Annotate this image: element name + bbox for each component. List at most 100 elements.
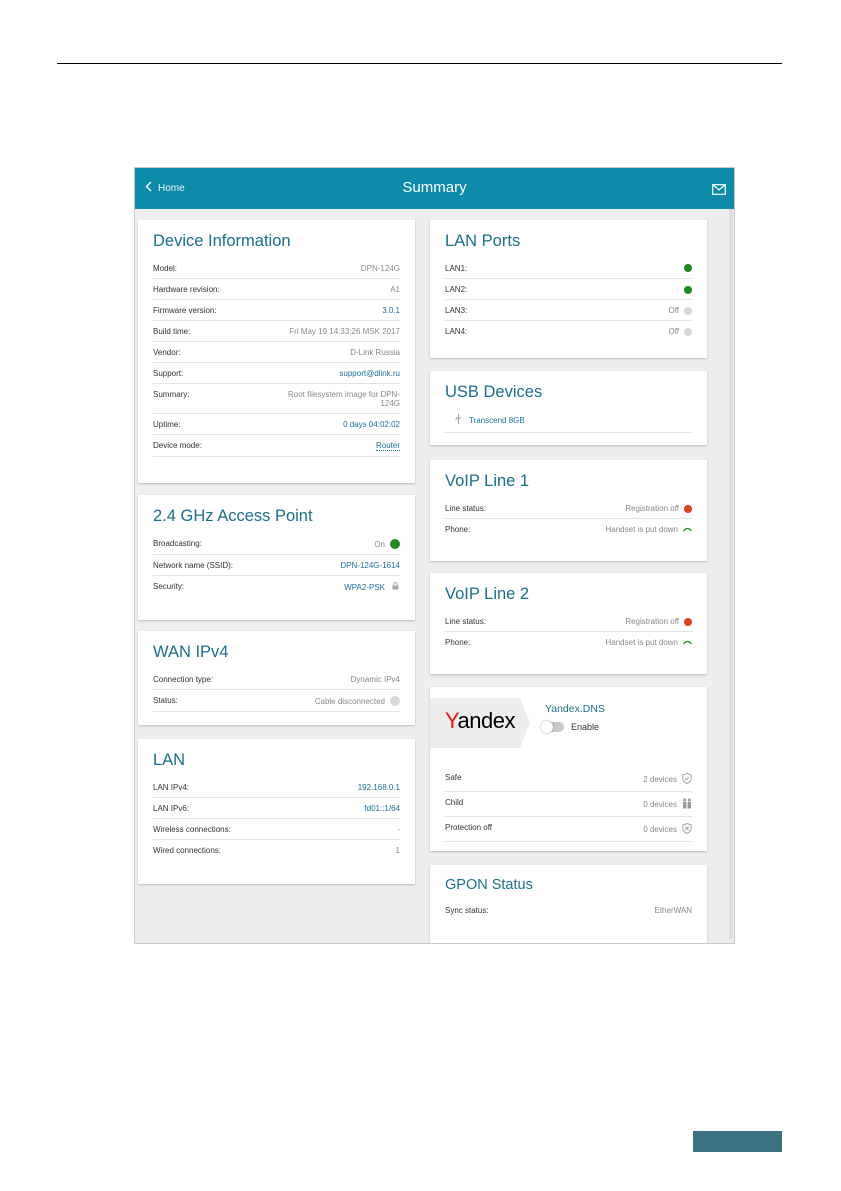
usb-icon <box>455 414 462 426</box>
card-title: 2.4 GHz Access Point <box>153 507 313 525</box>
child-icon <box>682 798 692 811</box>
card-title: GPON Status <box>445 877 533 893</box>
dns-mode-value: 0 devices <box>643 798 692 811</box>
info-row: Broadcasting: On <box>153 533 400 555</box>
info-row: Connection type: Dynamic IPv4 <box>153 669 400 690</box>
mail-icon[interactable] <box>712 182 726 200</box>
row-key: Hardware revision: <box>153 285 220 294</box>
row-key: LAN IPv4: <box>153 783 190 792</box>
row-value: A1 <box>390 285 400 294</box>
device-mode-link[interactable]: Router <box>375 441 400 451</box>
info-row: Phone: Handset is put down <box>445 519 693 539</box>
row-key: LAN4: <box>445 327 468 336</box>
info-row: Wired connections: 1 <box>153 840 400 860</box>
yandex-dns-card: Yandex Yandex.DNS Enable Safe 2 devices C… <box>430 687 707 851</box>
info-row: Support: support@dlink.ru <box>153 363 400 384</box>
yandex-logo-arrow <box>520 698 530 748</box>
gpon-status-card: GPON Status Sync status: EtherWAN <box>430 865 707 943</box>
row-value: Handset is put down <box>605 638 679 647</box>
row-value: On <box>374 539 385 549</box>
app-bar: Home Summary <box>135 168 734 209</box>
info-row: LAN IPv6: fd01::1/64 <box>153 798 400 819</box>
support-link[interactable]: support@dlink.ru <box>339 369 400 378</box>
status-dot-grey <box>684 306 692 315</box>
info-row: Phone: Handset is put down <box>445 632 693 652</box>
ssid-link[interactable]: DPN-124G-1614 <box>340 561 400 570</box>
enable-toggle[interactable]: Enable <box>541 721 600 733</box>
lan-ipv4-link[interactable]: 192.168.0.1 <box>358 783 400 792</box>
row-key: Wireless connections: <box>153 825 231 834</box>
router-ui-screen: Home Summary Device Information Model: DP… <box>134 167 735 944</box>
row-value: 0 devices <box>643 825 677 834</box>
row-key: Build time: <box>153 327 191 336</box>
port-status <box>679 264 692 272</box>
phone-handset-icon <box>682 525 693 534</box>
status-dot-green <box>390 539 400 549</box>
row-key: Device mode: <box>153 441 202 450</box>
dns-mode-value: 2 devices <box>643 773 692 786</box>
row-key: LAN1: <box>445 264 468 273</box>
info-row: Firmware version: 3.0.1 <box>153 300 400 321</box>
dns-mode-row[interactable]: Child 0 devices <box>445 792 692 817</box>
row-key: Uptime: <box>153 420 181 429</box>
row-key: Network name (SSID): <box>153 561 234 570</box>
port-status: ↓ <box>675 285 692 294</box>
usb-device-item[interactable]: Transcend 8GB <box>445 409 692 433</box>
row-key: LAN2: <box>445 285 468 294</box>
security-link[interactable]: WPA2-PSK <box>344 583 385 592</box>
phone-status: Handset is put down <box>606 525 693 534</box>
status-dot-green <box>684 264 692 272</box>
voip-line-1-card: VoIP Line 1 Line status: Registration off… <box>430 460 707 561</box>
row-key: Firmware version: <box>153 306 217 315</box>
info-row: Hardware revision: A1 <box>153 279 400 300</box>
row-key: Phone: <box>445 638 471 647</box>
dns-mode-row[interactable]: Protection off 0 devices <box>445 817 692 842</box>
usb-devices-card: USB Devices Transcend 8GB <box>430 371 707 445</box>
wan-status: Cable disconnected <box>315 696 400 706</box>
row-value: 0 devices <box>643 800 677 809</box>
access-point-card: 2.4 GHz Access Point Broadcasting: On Net… <box>138 495 415 620</box>
row-value: 0 days 04:02:02 <box>343 420 400 429</box>
row-key: Broadcasting: <box>153 539 202 548</box>
port-row: LAN4: Off <box>445 321 692 341</box>
row-key: Safe <box>445 773 462 782</box>
row-key: Connection type: <box>153 675 214 684</box>
info-row: Model: DPN-124G <box>153 258 400 279</box>
card-title: WAN IPv4 <box>153 643 229 661</box>
firmware-link[interactable]: 3.0.1 <box>382 306 400 315</box>
row-key: Phone: <box>445 525 471 534</box>
row-value: ↓ <box>675 285 679 294</box>
row-key: Vendor: <box>153 348 181 357</box>
shield-off-icon <box>682 823 692 836</box>
wan-ipv4-card: WAN IPv4 Connection type: Dynamic IPv4 St… <box>138 631 415 725</box>
lan-ipv6-link[interactable]: fd01::1/64 <box>364 804 400 813</box>
info-row: LAN IPv4: 192.168.0.1 <box>153 777 400 798</box>
dns-mode-row[interactable]: Safe 2 devices <box>445 767 692 792</box>
info-row: Device mode: Router <box>153 435 400 457</box>
toggle-knob <box>541 721 553 733</box>
status-dot-grey <box>684 327 692 336</box>
usb-device-name: Transcend 8GB <box>469 415 525 425</box>
yandex-mode-list: Safe 2 devices Child 0 devices Protection … <box>445 767 692 842</box>
row-value: 1 <box>395 846 400 855</box>
row-key: LAN IPv6: <box>153 804 190 813</box>
row-value: Registration off <box>625 504 679 513</box>
yandex-logo: Yandex <box>445 708 516 733</box>
row-key: Model: <box>153 264 178 273</box>
row-key: Security: <box>153 582 185 591</box>
row-value: Registration off <box>625 617 679 626</box>
card-title: VoIP Line 1 <box>445 472 530 490</box>
yandex-dns-name: Yandex.DNS <box>545 703 605 715</box>
enable-label: Enable <box>571 722 600 732</box>
row-key: Sync status: <box>445 906 489 915</box>
card-title: LAN Ports <box>445 232 521 250</box>
card-title: LAN <box>153 751 186 769</box>
row-value: DPN-124G <box>360 264 400 273</box>
row-key: Support: <box>153 369 184 378</box>
lock-icon <box>390 582 400 592</box>
toggle-track[interactable] <box>541 721 564 733</box>
scrollbar[interactable] <box>729 209 733 939</box>
row-value: Fri May 19 14:33:26 MSK 2017 <box>289 327 400 336</box>
row-key: LAN3: <box>445 306 468 315</box>
info-row: Network name (SSID): DPN-124G-1614 <box>153 555 400 576</box>
